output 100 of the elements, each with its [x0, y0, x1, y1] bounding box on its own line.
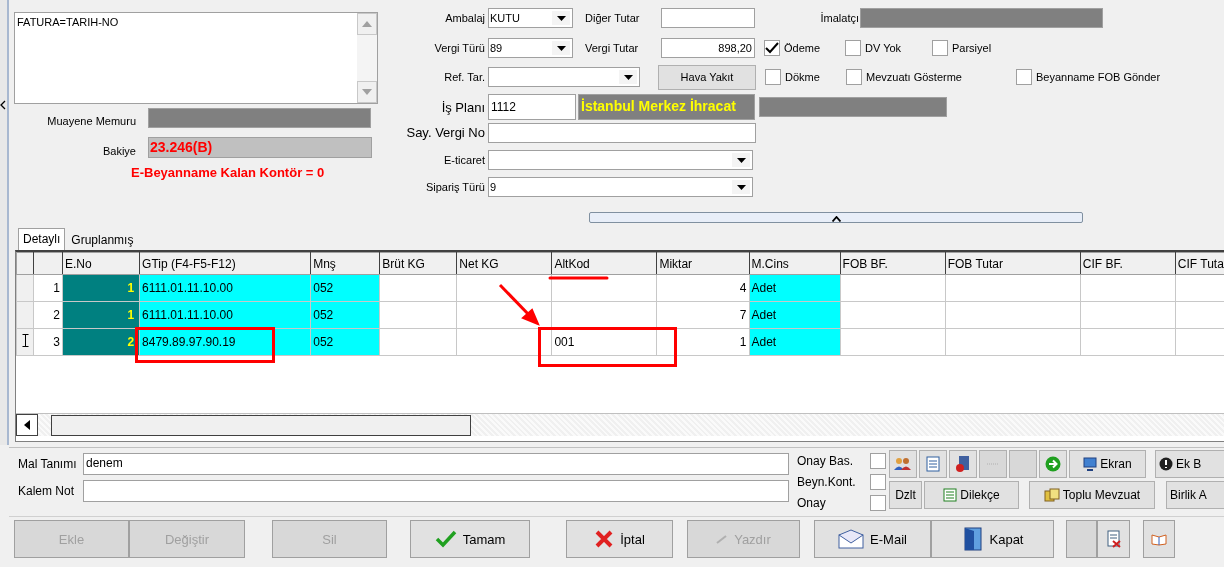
- checkbox[interactable]: [1016, 69, 1032, 85]
- table-cell: 052: [310, 328, 380, 356]
- blank-button[interactable]: [1066, 520, 1097, 558]
- union-button[interactable]: Birlik A: [1166, 481, 1224, 509]
- table-cell: 8479.89.97.90.19: [139, 328, 311, 356]
- scrollbar-thumb[interactable]: [51, 414, 471, 436]
- table-cell: 001: [551, 328, 657, 356]
- checkbox-label: Beyn.Kont.: [797, 474, 856, 489]
- annotation-underline: [548, 276, 609, 280]
- field-label: Muayene Memuru: [46, 115, 137, 127]
- action-button[interactable]: E-Mail: [814, 520, 931, 558]
- caret-down-icon: [736, 184, 746, 190]
- petition-button[interactable]: Dilekçe: [924, 481, 1019, 509]
- checkbox-label: Onay: [797, 495, 826, 510]
- sheet-icon: [1105, 530, 1122, 548]
- table-cell: Adet: [749, 328, 841, 356]
- tax-amount-field[interactable]: 898,20: [661, 38, 755, 58]
- blank-button[interactable]: [1009, 450, 1037, 478]
- column-header[interactable]: FOB Tutar: [945, 252, 1081, 275]
- action-button[interactable]: Kapat: [931, 520, 1054, 558]
- scroll-down-button[interactable]: [357, 81, 377, 103]
- fuel-button[interactable]: Hava Yakıt: [658, 64, 756, 90]
- tax-type-dropdown[interactable]: 89: [488, 38, 573, 58]
- field-label: Kalem Not: [17, 484, 76, 498]
- column-header[interactable]: GTip (F4-F5-F12): [139, 252, 311, 275]
- tab[interactable]: Detaylı: [18, 228, 66, 250]
- field-label: Say. Vergi No: [405, 125, 486, 140]
- inspector-field[interactable]: [148, 108, 371, 128]
- scroll-up-button[interactable]: [357, 13, 377, 35]
- screen-button[interactable]: Ekran: [1069, 450, 1146, 478]
- splitter-bar[interactable]: [589, 212, 1083, 223]
- row-number: 1: [33, 274, 63, 302]
- checkbox[interactable]: [845, 40, 861, 56]
- column-header[interactable]: Net KG: [456, 252, 552, 275]
- table-cell: Adet: [749, 301, 841, 329]
- column-header[interactable]: E.No: [62, 252, 140, 275]
- field-label: Mal Tanımı: [17, 457, 78, 471]
- checkbox-label: Dökme: [785, 71, 820, 83]
- table-cell: 6111.01.11.10.00: [139, 274, 311, 302]
- text-cursor-icon: [21, 334, 29, 347]
- memo-field[interactable]: FATURA=TARIH-NO: [14, 12, 378, 104]
- computer-icon: [955, 455, 971, 473]
- folders-icon: [1043, 488, 1060, 502]
- column-header[interactable]: Miktar: [656, 252, 749, 275]
- column-header[interactable]: FOB BF.: [840, 252, 946, 275]
- arrow-left-icon: [24, 420, 30, 430]
- field-label: Vergi Tutar: [584, 42, 640, 54]
- field-label: İmalatçı: [819, 12, 860, 24]
- action-button[interactable]: Tamam: [410, 520, 530, 558]
- tab[interactable]: Gruplanmış: [65, 231, 140, 250]
- checkbox[interactable]: [932, 40, 948, 56]
- checkbox[interactable]: [870, 452, 886, 469]
- arrow-right-icon: [1045, 456, 1061, 472]
- sheet-button[interactable]: [1097, 520, 1130, 558]
- legislation-button[interactable]: Toplu Mevzuat: [1029, 481, 1155, 509]
- ref-date-dropdown[interactable]: [488, 67, 640, 87]
- column-header[interactable]: M.Cins: [749, 252, 841, 275]
- e-commerce-dropdown[interactable]: [488, 150, 753, 170]
- computer-button[interactable]: [949, 450, 977, 478]
- checkmark-icon: [434, 530, 457, 548]
- manufacturer-field[interactable]: [860, 8, 1103, 28]
- row-indicator[interactable]: [16, 328, 34, 356]
- dzlt-button[interactable]: Dzlt: [889, 481, 922, 509]
- forward-button[interactable]: [1039, 450, 1067, 478]
- checkbox-label: Beyanname FOB Gönder: [1036, 71, 1161, 83]
- package-dropdown[interactable]: KUTU: [488, 8, 573, 28]
- column-header[interactable]: AltKod: [551, 252, 657, 275]
- book-button[interactable]: [1143, 520, 1175, 558]
- collapse-handle[interactable]: [0, 0, 9, 445]
- column-header[interactable]: CIF BF.: [1080, 252, 1176, 275]
- goods-description-field[interactable]: denem: [83, 453, 789, 475]
- item-note-field[interactable]: [83, 480, 789, 502]
- checkbox[interactable]: [764, 40, 780, 56]
- credit-message: E-Beyanname Kalan Kontör = 0: [130, 165, 326, 180]
- order-type-dropdown[interactable]: 9: [488, 177, 753, 197]
- alert-icon: [1159, 457, 1173, 471]
- checkbox[interactable]: [870, 494, 886, 511]
- document-button[interactable]: [919, 450, 947, 478]
- caret-down-icon: [736, 157, 746, 163]
- checkbox[interactable]: [870, 473, 886, 490]
- caret-down-icon: [556, 15, 566, 21]
- column-header[interactable]: Mnş: [310, 252, 380, 275]
- tax-number-field[interactable]: [488, 122, 756, 143]
- users-button[interactable]: [889, 450, 917, 478]
- field-label: Sipariş Türü: [424, 181, 486, 193]
- column-header[interactable]: Brüt KG: [379, 252, 457, 275]
- checkbox[interactable]: [846, 69, 862, 85]
- balance-field: 23.246(B): [148, 137, 372, 158]
- column-header[interactable]: CIF Tuta: [1175, 252, 1224, 275]
- scroll-left-button[interactable]: [16, 414, 38, 436]
- field-label: E-ticaret: [443, 154, 486, 166]
- arrow-down-icon: [362, 89, 372, 95]
- work-plan-field[interactable]: 1112: [488, 94, 576, 120]
- table-cell: 052: [310, 301, 380, 329]
- other-amount-field[interactable]: [661, 8, 755, 28]
- envelope-icon: [838, 529, 865, 549]
- row-number: 2: [33, 301, 63, 329]
- checkbox[interactable]: [765, 69, 781, 85]
- extra-button[interactable]: Ek B: [1155, 450, 1224, 478]
- action-button[interactable]: İptal: [566, 520, 673, 558]
